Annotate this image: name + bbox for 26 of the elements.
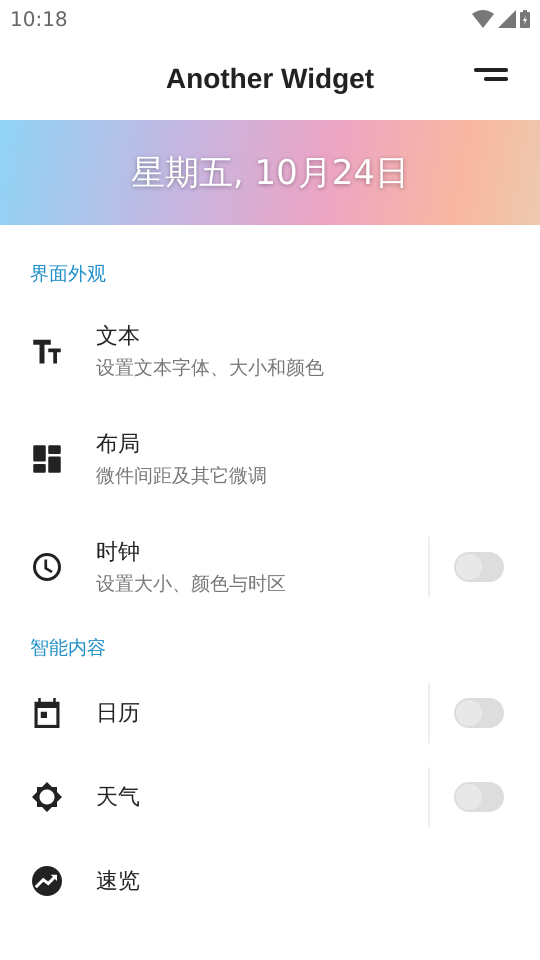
calendar-icon (32, 698, 62, 728)
toggle-switch[interactable] (454, 782, 504, 812)
menu-icon[interactable] (474, 68, 508, 82)
date-text: 星期五, 10月24日 (130, 152, 410, 194)
wifi-icon (472, 10, 494, 28)
battery-icon (520, 10, 530, 28)
section-header: 界面外观 (29, 262, 107, 287)
setting-title[interactable]: 布局 (96, 429, 140, 459)
clock-icon (32, 552, 62, 582)
signal-icon (498, 10, 516, 28)
toggle-switch[interactable] (454, 698, 504, 728)
setting-title[interactable]: 文本 (96, 321, 140, 351)
dashboard-icon (32, 444, 62, 474)
setting-title[interactable]: 天气 (96, 782, 140, 812)
setting-title[interactable]: 时钟 (96, 537, 140, 567)
status-time: 10:18 (10, 7, 68, 31)
sun-icon (32, 782, 62, 812)
trend-icon (32, 866, 62, 896)
app-title: Another Widget (166, 63, 374, 95)
setting-description: 设置文本字体、大小和颜色 (96, 356, 324, 381)
setting-description: 微件间距及其它微调 (96, 464, 267, 489)
setting-title[interactable]: 速览 (96, 866, 140, 896)
section-header: 智能内容 (29, 636, 107, 661)
setting-title[interactable]: 日历 (96, 698, 140, 728)
setting-description: 设置大小、颜色与时区 (96, 572, 286, 597)
toggle-switch[interactable] (454, 552, 504, 582)
